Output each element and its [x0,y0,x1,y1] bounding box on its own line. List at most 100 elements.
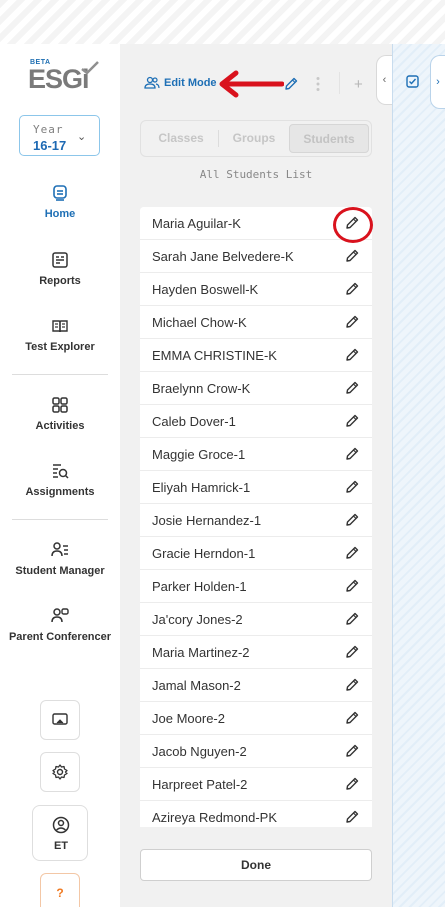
user-initials: ET [53,840,69,852]
sidebar-divider [12,519,108,520]
done-button[interactable]: Done [140,849,372,881]
assignments-icon [53,464,69,479]
tab-classes[interactable]: Classes [145,124,217,153]
student-row[interactable]: Maria Martinez-2 [140,636,372,669]
student-name: Hayden Boswell-K [152,282,259,297]
student-row[interactable]: Jamal Mason-2 [140,669,372,702]
edit-pencil-icon[interactable] [345,348,359,362]
student-row[interactable]: Caleb Dover-1 [140,405,372,438]
list-title: All Students List [199,168,313,181]
student-row[interactable]: Gracie Herndon-1 [140,537,372,570]
edit-pencil-icon[interactable] [345,414,359,428]
nav-label: Parent Conferencer [8,631,112,643]
edit-pencil-icon[interactable] [345,678,359,692]
sidebar: BETA ESGi Year 16-17 ⌄ Home Reports Test… [0,44,120,907]
edit-pencil-icon[interactable] [345,744,359,758]
student-name: EMMA CHRISTINE-K [152,348,277,363]
nav-student-manager[interactable]: Student Manager [0,541,120,601]
chevron-right-icon: › [436,76,440,88]
test-explorer-icon [52,320,68,333]
student-name: Sarah Jane Belvedere-K [152,249,294,264]
edit-pencil-icon[interactable] [345,447,359,461]
nav-label: Test Explorer [25,341,95,353]
student-manager-icon [51,542,68,557]
student-name: Eliyah Hamrick-1 [152,480,251,495]
student-name: Michael Chow-K [152,315,247,330]
student-row[interactable]: Harpreet Patel-2 [140,768,372,801]
student-list: Maria Aguilar-K Sarah Jane Belvedere-K Hay… [140,207,372,827]
year-selector[interactable]: Year 16-17 ⌄ [19,115,100,156]
red-circle-annotation [333,207,373,243]
student-row[interactable]: Josie Hernandez-1 [140,504,372,537]
student-name: Ja'cory Jones-2 [152,612,243,627]
student-row[interactable]: Braelynn Crow-K [140,372,372,405]
student-name: Braelynn Crow-K [152,381,251,396]
checkbox-icon[interactable] [406,75,419,88]
help-button[interactable]: ? [40,873,80,907]
student-row[interactable]: Jacob Nguyen-2 [140,735,372,768]
tab-students[interactable]: Students [289,124,369,153]
student-name: Maria Martinez-2 [152,645,250,660]
student-name: Jacob Nguyen-2 [152,744,247,759]
edit-pencil-icon[interactable] [345,282,359,296]
sidebar-divider [12,374,108,375]
student-name: Maria Aguilar-K [152,216,241,231]
nav-activities[interactable]: Activities [0,396,120,456]
screen-share-button[interactable] [40,700,80,740]
nav-assignments[interactable]: Assignments [0,462,120,522]
student-row[interactable]: EMMA CHRISTINE-K [140,339,372,372]
edit-pencil-icon[interactable] [345,315,359,329]
edit-pencil-icon[interactable] [345,579,359,593]
edit-pencil-icon[interactable] [345,645,359,659]
student-row[interactable]: Joe Moore-2 [140,702,372,735]
edit-pencil-icon[interactable] [345,810,359,824]
tab-groups[interactable]: Groups [219,124,289,153]
edit-pencil-icon[interactable] [345,480,359,494]
plus-icon[interactable]: + [354,76,363,93]
main-content-area [393,44,445,907]
student-name: Josie Hernandez-1 [152,513,262,528]
activities-icon [52,397,68,413]
expand-panel-tab[interactable]: › [430,55,445,109]
student-row[interactable]: Hayden Boswell-K [140,273,372,306]
edit-pencil-icon[interactable] [345,513,359,527]
student-name: Jamal Mason-2 [152,678,241,693]
student-row[interactable]: Maggie Groce-1 [140,438,372,471]
nav-parent-conferencer[interactable]: Parent Conferencer [0,607,120,667]
settings-button[interactable] [40,752,80,792]
nav-reports[interactable]: Reports [0,251,120,311]
screen-icon [52,713,68,725]
student-row[interactable]: Michael Chow-K [140,306,372,339]
collapse-panel-tab[interactable]: ‹ [376,55,392,105]
chevron-left-icon: ‹ [382,74,387,86]
nav-label: Home [44,208,76,220]
edit-mode-label: Edit Mode [164,77,217,89]
edit-pencil-icon[interactable] [345,612,359,626]
student-row[interactable]: Ja'cory Jones-2 [140,603,372,636]
student-name: Harpreet Patel-2 [152,777,248,792]
nav-label: Student Manager [15,565,105,577]
more-vertical-icon[interactable] [315,76,321,92]
edit-pencil-icon[interactable] [345,249,359,263]
student-row[interactable]: Azireya Redmond-PK [140,801,372,827]
student-row[interactable]: Eliyah Hamrick-1 [140,471,372,504]
year-label: Year [33,123,64,136]
student-list-panel: Edit Mode + Classes Groups Students All … [120,44,392,907]
student-name: Azireya Redmond-PK [152,810,277,825]
year-value: 16-17 [33,138,67,153]
nav-test-explorer[interactable]: Test Explorer [0,317,120,377]
reports-icon [52,252,68,268]
chevron-down-icon: ⌄ [77,131,87,143]
profile-button[interactable]: ET [32,805,88,861]
logo-check-icon [81,61,99,75]
edit-pencil-icon[interactable] [345,711,359,725]
edit-pencil-icon[interactable] [345,381,359,395]
student-row[interactable]: Sarah Jane Belvedere-K [140,240,372,273]
pencil-icon[interactable] [284,77,298,91]
student-row[interactable]: Parker Holden-1 [140,570,372,603]
edit-pencil-icon[interactable] [345,546,359,560]
nav-home[interactable]: Home [0,184,120,244]
top-band [0,0,445,44]
edit-pencil-icon[interactable] [345,777,359,791]
student-name: Maggie Groce-1 [152,447,246,462]
